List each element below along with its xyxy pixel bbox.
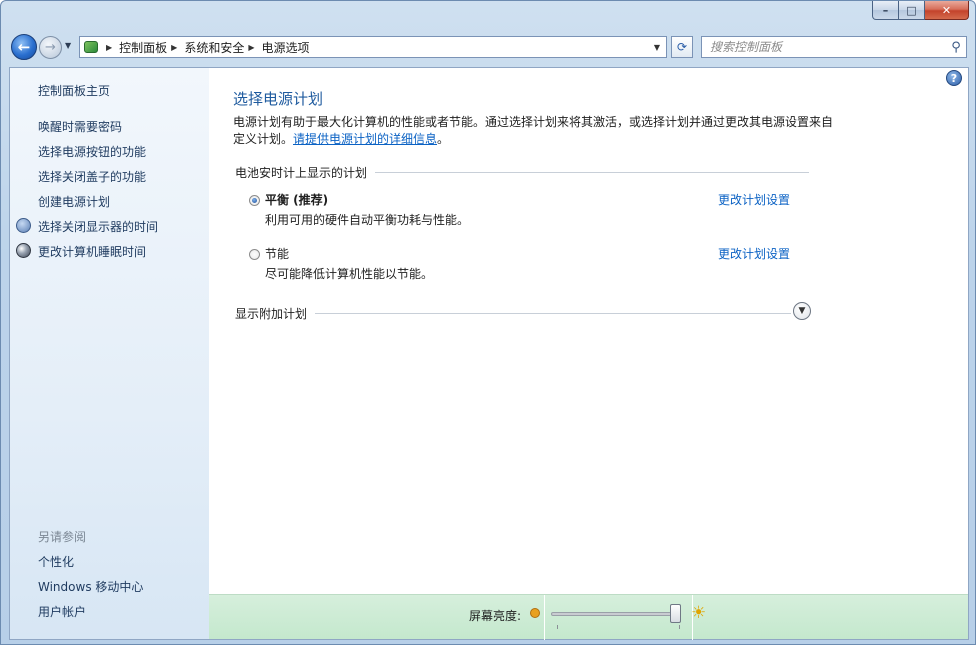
additional-plans-header[interactable]: 显示附加计划 [235, 305, 791, 322]
close-button[interactable]: ✕ [925, 1, 969, 20]
minimize-button[interactable]: – [872, 1, 899, 20]
brightness-bar: 屏幕亮度: ☀ [209, 594, 968, 640]
group-divider [315, 313, 791, 314]
forward-arrow-icon[interactable]: → [39, 36, 62, 59]
breadcrumb-arrow-icon[interactable]: ▶ [248, 43, 254, 52]
control-panel-icon [80, 37, 102, 57]
main-content: ? 选择电源计划 电源计划有助于最大化计算机的性能或者节能。通过选择计划来将其激… [209, 68, 968, 594]
page-title: 选择电源计划 [233, 90, 324, 108]
page-description: 电源计划有助于最大化计算机的性能或者节能。通过选择计划来将其激活，或选择计划并通… [233, 114, 833, 148]
sidebar-link-sleep-time[interactable]: 更改计算机睡眠时间 [38, 243, 146, 260]
bright-sun-icon: ☀ [691, 603, 707, 623]
brightness-slider-thumb[interactable] [670, 604, 682, 623]
see-also-mobility-center[interactable]: Windows 移动中心 [38, 578, 143, 595]
see-also-user-accounts[interactable]: 用户帐户 [38, 603, 86, 620]
see-also-personalization[interactable]: 个性化 [38, 553, 74, 570]
plan-balanced-name[interactable]: 平衡 (推荐) [265, 191, 328, 208]
plan-power-saver-settings-link[interactable]: 更改计划设置 [718, 245, 790, 262]
brightness-slider-track[interactable] [551, 612, 681, 616]
plan-balanced-radio[interactable] [249, 195, 260, 206]
maximize-button[interactable]: □ [899, 1, 925, 20]
slider-tick [679, 625, 680, 629]
additional-plans-label[interactable]: 显示附加计划 [235, 305, 307, 322]
expand-chevron-icon[interactable]: ▼ [793, 302, 811, 320]
help-icon[interactable]: ? [946, 70, 962, 86]
sidebar: 控制面板主页 唤醒时需要密码 选择电源按钮的功能 选择关闭盖子的功能 创建电源计… [10, 68, 209, 639]
breadcrumb-arrow-icon[interactable]: ▶ [171, 43, 177, 52]
sidebar-home-link[interactable]: 控制面板主页 [38, 82, 110, 99]
address-bar[interactable]: ▶ 控制面板 ▶ 系统和安全 ▶ 电源选项 ▼ [79, 36, 667, 58]
window-frame: – □ ✕ ← → ▼ ▶ 控制面板 ▶ 系统和安全 ▶ 电源选项 ▼ ⟳ ⚲ … [0, 0, 976, 645]
plan-power-saver-name[interactable]: 节能 [265, 245, 289, 262]
breadcrumb-arrow-icon[interactable]: ▶ [106, 43, 112, 52]
sidebar-link-create-plan[interactable]: 创建电源计划 [38, 193, 110, 210]
breadcrumb-system-security[interactable]: 系统和安全 [184, 39, 244, 56]
client-area: 控制面板主页 唤醒时需要密码 选择电源按钮的功能 选择关闭盖子的功能 创建电源计… [9, 67, 969, 640]
group-divider [375, 172, 809, 173]
plan-details-link[interactable]: 请提供电源计划的详细信息 [293, 132, 437, 146]
search-box[interactable]: ⚲ [701, 36, 967, 58]
dim-sun-icon [530, 608, 540, 618]
sleep-moon-icon [16, 243, 31, 258]
sidebar-link-display-off[interactable]: 选择关闭显示器的时间 [38, 218, 158, 235]
breadcrumb-power-options[interactable]: 电源选项 [262, 39, 310, 56]
refresh-icon[interactable]: ⟳ [671, 36, 693, 58]
display-clock-icon [16, 218, 31, 233]
recent-pages-dropdown-icon[interactable]: ▼ [65, 41, 71, 50]
address-dropdown-icon[interactable]: ▼ [648, 43, 666, 52]
description-end: 。 [437, 132, 450, 146]
see-also-header: 另请参阅 [38, 530, 87, 544]
plan-balanced-description: 利用可用的硬件自动平衡功耗与性能。 [265, 213, 470, 227]
battery-meter-group-header: 电池安时计上显示的计划 [235, 164, 809, 181]
battery-group-label: 电池安时计上显示的计划 [235, 166, 368, 180]
search-input[interactable] [710, 40, 946, 54]
back-arrow-icon[interactable]: ← [11, 34, 37, 60]
bar-separator [544, 595, 545, 640]
plan-balanced-settings-link[interactable]: 更改计划设置 [718, 191, 790, 208]
brightness-label: 屏幕亮度: [469, 609, 522, 623]
plan-power-saver-radio[interactable] [249, 249, 260, 260]
breadcrumb-control-panel[interactable]: 控制面板 [119, 39, 167, 56]
slider-tick [557, 625, 558, 629]
search-icon[interactable]: ⚲ [946, 40, 966, 55]
navigation-bar: ← → ▼ ▶ 控制面板 ▶ 系统和安全 ▶ 电源选项 ▼ ⟳ ⚲ [9, 33, 969, 61]
plan-power-saver-description: 尽可能降低计算机性能以节能。 [265, 267, 434, 281]
sidebar-link-wake-password[interactable]: 唤醒时需要密码 [38, 118, 122, 135]
sidebar-link-power-button[interactable]: 选择电源按钮的功能 [38, 143, 146, 160]
sidebar-link-close-lid[interactable]: 选择关闭盖子的功能 [38, 168, 146, 185]
caption-buttons: – □ ✕ [872, 1, 969, 20]
